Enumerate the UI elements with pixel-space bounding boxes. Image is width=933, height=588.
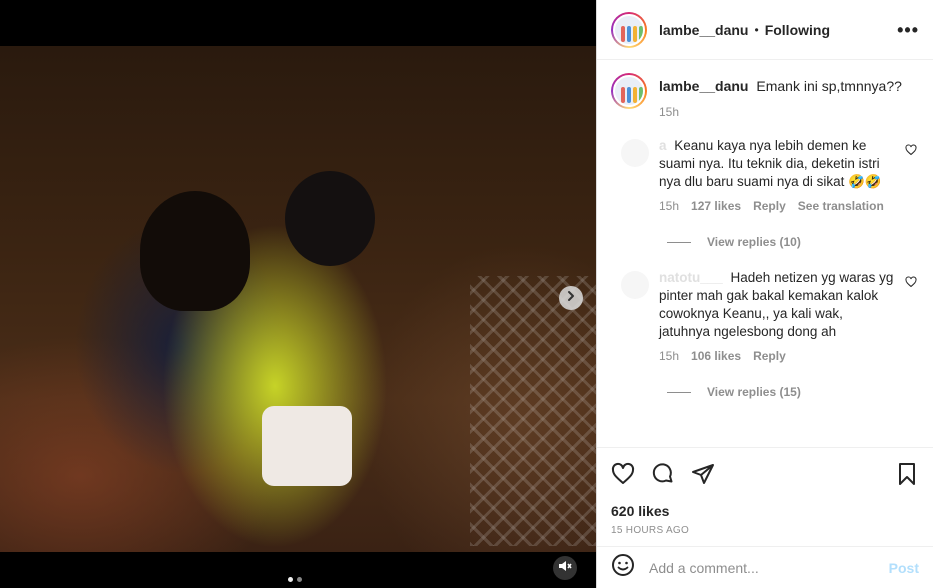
video-figure-right [285,171,375,266]
post-caption: lambe__danu Emank ini sp,tmnnya?? 15h [611,73,919,119]
header-username[interactable]: lambe__danu [659,22,748,38]
caption-time: 15h [659,105,680,119]
comment-time: 15h [659,199,680,213]
comment-item: a Keanu kaya nya lebih demen ke suami ny… [611,137,919,213]
carousel-dot-active [288,577,293,582]
replies-divider [667,241,691,243]
comment-heart-icon[interactable] [905,143,917,161]
likes-count[interactable]: 620 likes [611,503,919,519]
comment-username[interactable]: natotu___ [659,270,723,285]
avatar[interactable] [611,11,647,48]
video-figure-left [140,191,250,311]
caption-avatar[interactable] [611,73,647,109]
comment-likes[interactable]: 106 likes [691,349,741,363]
mute-icon [558,559,572,578]
comment-reply-button[interactable]: Reply [753,199,786,213]
mute-button[interactable] [553,556,577,580]
view-replies-button[interactable]: View replies (15) [611,385,919,399]
see-translation-button[interactable]: See translation [798,199,884,213]
comment-reply-button[interactable]: Reply [753,349,786,363]
comment-username[interactable]: a [659,138,667,153]
carousel-next-button[interactable] [559,286,583,310]
replies-divider [667,391,691,393]
comment-avatar[interactable] [621,271,649,299]
more-icon[interactable]: ••• [897,21,919,39]
bookmark-icon[interactable] [895,462,919,491]
caption-username[interactable]: lambe__danu [659,78,748,94]
post-actions: 620 likes 15 HOURS AGO [597,447,933,542]
video-net-pattern [470,276,596,546]
details-panel: lambe__danu • Following ••• lambe__danu [596,0,933,588]
posted-time: 15 HOURS AGO [611,525,690,536]
comment-text: Keanu kaya nya lebih demen ke suami nya.… [659,138,882,189]
post-header: lambe__danu • Following ••• [597,0,933,60]
following-button[interactable]: Following [765,22,830,38]
post-button[interactable]: Post [889,560,919,576]
emoji-icon[interactable] [611,553,635,582]
comment-avatar[interactable] [621,139,649,167]
comment-time: 15h [659,349,680,363]
video-handbag [262,406,352,486]
comment-item: natotu___ Hadeh netizen yg waras yg pint… [611,269,919,363]
header-separator: • [754,22,759,37]
share-icon[interactable] [691,462,715,491]
comment-likes[interactable]: 127 likes [691,199,741,213]
post-viewer: lambe__danu • Following ••• lambe__danu [0,0,933,588]
chevron-right-icon [565,289,577,307]
post-video[interactable] [0,46,596,552]
heart-icon[interactable] [611,462,635,491]
media-panel [0,0,596,588]
comment-heart-icon[interactable] [905,275,917,293]
comment-input[interactable] [649,559,889,576]
view-replies-label[interactable]: View replies (15) [707,385,801,399]
add-comment-bar: Post [597,546,933,588]
comment-icon[interactable] [651,462,675,491]
carousel-dot [297,577,302,582]
caption-text: Emank ini sp,tmnnya?? [756,78,902,94]
view-replies-label[interactable]: View replies (10) [707,235,801,249]
view-replies-button[interactable]: View replies (10) [611,235,919,249]
comments-list[interactable]: lambe__danu Emank ini sp,tmnnya?? 15h a … [597,61,933,447]
carousel-indicator [288,577,302,582]
